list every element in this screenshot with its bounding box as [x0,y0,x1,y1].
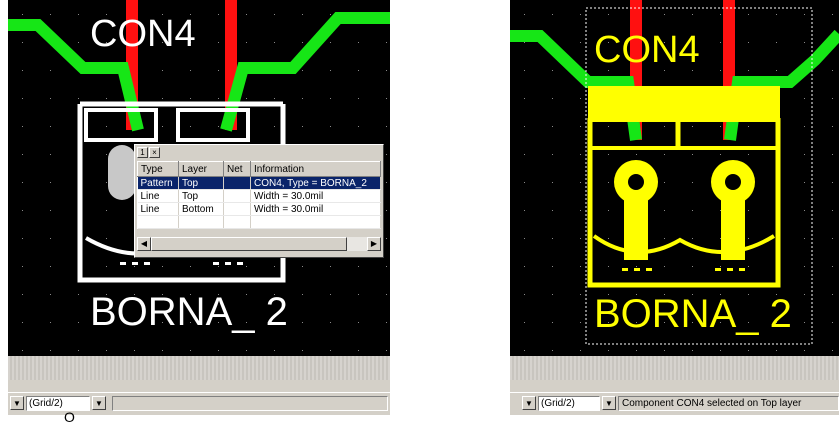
close-icon[interactable]: × [149,147,160,158]
chevron-down-icon[interactable]: ▼ [92,396,106,410]
table-row[interactable]: Pattern Top CON4, Type = BORNA_2 [137,176,381,190]
pcb-view-right: CON4 BORNA_ 2 ▼ (Grid/2) ▼ Component CON… [510,0,839,422]
pin-icon[interactable]: 1 [137,147,148,158]
chevron-down-icon[interactable]: ▼ [602,396,616,410]
column-header-net[interactable]: Net [223,161,251,177]
canvas-scroll-area [510,356,839,380]
cell-net [223,202,251,216]
cell-layer: Top [178,176,224,190]
cursor-marker: O [64,409,75,425]
cell-information: Width = 30.0mil [250,202,381,216]
cell-type: Pattern [137,176,179,190]
chevron-down-icon[interactable]: ▼ [522,396,536,410]
cell-layer: Top [178,189,224,203]
pcb-view-left: CON4 BORNA_ 2 1 × Type Layer Net Informa… [8,0,390,422]
inspector-window[interactable]: 1 × Type Layer Net Information Pattern T… [134,144,384,258]
component-label: CON4 [90,13,196,55]
cell-net [223,189,251,203]
table-row[interactable]: Line Bottom Width = 30.0mil [137,202,381,216]
cell-information: CON4, Type = BORNA_2 [250,176,381,190]
scroll-left-icon[interactable]: ◀ [137,237,151,251]
table-row[interactable]: Line Top Width = 30.0mil [137,189,381,203]
component-label: CON4 [594,29,700,71]
cell-type: Line [137,202,179,216]
pcb-canvas[interactable]: CON4 BORNA_ 2 [510,0,839,356]
horizontal-scrollbar[interactable]: ◀ ▶ [137,237,381,251]
column-header-layer[interactable]: Layer [178,161,224,177]
footprint-label: BORNA_ 2 [90,290,288,334]
column-header-type[interactable]: Type [137,161,179,177]
canvas-scroll-area [8,356,390,380]
status-bar: ▼ (Grid/2) ▼ Component CON4 selected on … [510,392,839,415]
grid-select[interactable]: (Grid/2) [538,396,600,411]
footprint-label: BORNA_ 2 [594,292,792,336]
cell-information: Width = 30.0mil [250,189,381,203]
status-message [112,396,388,411]
cell-type: Line [137,189,179,203]
inspector-table: Type Layer Net Information Pattern Top C… [137,161,381,229]
grid-select[interactable]: (Grid/2) [26,396,90,411]
pcb-canvas[interactable]: CON4 BORNA_ 2 1 × Type Layer Net Informa… [8,0,390,356]
chevron-down-icon[interactable]: ▼ [10,396,24,410]
cell-net [223,176,251,190]
scrollbar-thumb[interactable] [151,237,347,251]
table-row [137,215,381,229]
column-header-information[interactable]: Information [250,161,381,177]
cell-layer: Bottom [178,202,224,216]
status-message: Component CON4 selected on Top layer [618,396,839,411]
scroll-right-icon[interactable]: ▶ [367,237,381,251]
